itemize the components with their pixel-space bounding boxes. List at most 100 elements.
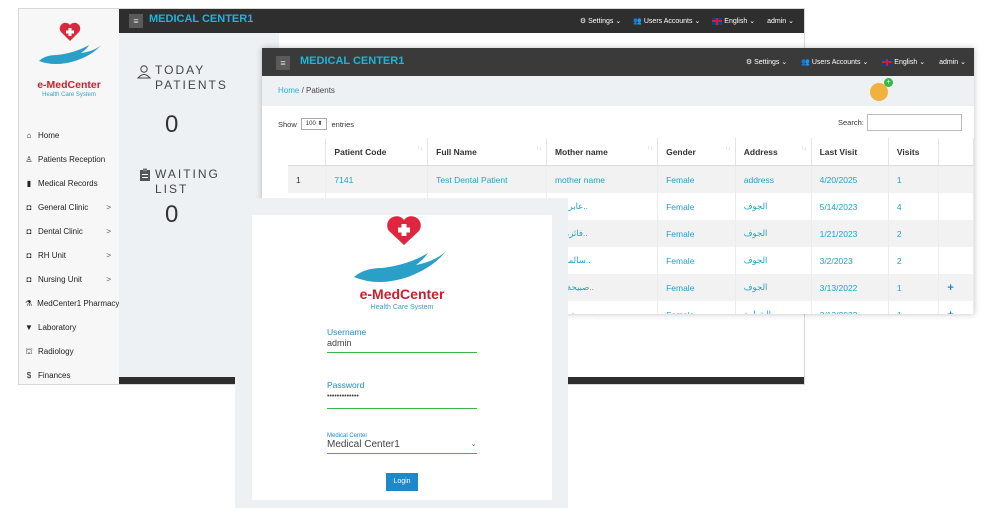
chevron-down-icon: ⌄ xyxy=(470,439,477,448)
password-field[interactable]: Password ••••••••••••• xyxy=(327,380,477,409)
column-header[interactable]: Visits xyxy=(888,138,940,166)
language-menu[interactable]: English ⌄ xyxy=(712,17,755,25)
sidebar-item[interactable]: ♙ Patients Reception xyxy=(19,148,119,172)
table-cell: 4 xyxy=(888,193,940,220)
add-visit-icon[interactable] xyxy=(938,220,974,247)
add-visit-icon[interactable]: + xyxy=(938,274,974,301)
menu-toggle-icon[interactable]: ≡ xyxy=(276,56,290,70)
table-cell: Female xyxy=(657,301,736,314)
medical-center-select[interactable]: Medical Center1 ⌄ xyxy=(327,439,477,454)
settings-menu[interactable]: ⚙ Settings ⌄ xyxy=(746,58,787,66)
clinic-icon: ◘ xyxy=(26,227,32,236)
heart-logo-icon xyxy=(59,22,81,41)
sidebar-item[interactable]: ◘ Dental Clinic > xyxy=(19,220,119,244)
table-cell: 1 xyxy=(888,165,940,193)
chevron-right-icon: > xyxy=(106,275,111,284)
sidebar-item-label: General Clinic xyxy=(38,203,89,212)
add-visit-icon[interactable] xyxy=(938,165,974,193)
sidebar-item-label: MedCenter1 Pharmacy xyxy=(37,299,120,308)
users-accounts-menu[interactable]: 👥 Users Accounts ⌄ xyxy=(801,58,868,66)
sidebar-item[interactable]: ▼ Laboratory xyxy=(19,316,119,340)
search-input[interactable] xyxy=(867,114,962,131)
table-cell: الجوف xyxy=(735,247,812,274)
sidebar-item-label: Dental Clinic xyxy=(38,227,83,236)
table-cell: 1 xyxy=(888,301,940,314)
sidebar-item[interactable]: ◘ General Clinic > xyxy=(19,196,119,220)
breadcrumb-bar: Home / Patients xyxy=(262,76,974,106)
username-input[interactable]: admin xyxy=(327,338,477,353)
table-cell: Female xyxy=(657,193,736,220)
password-input[interactable]: ••••••••••••• xyxy=(327,391,477,409)
column-header[interactable] xyxy=(938,138,974,166)
sidebar-item-label: Medical Records xyxy=(38,179,98,188)
sidebar-item[interactable]: ⌂ Home xyxy=(19,124,119,148)
column-header[interactable]: Last Visit xyxy=(811,138,889,166)
column-header[interactable]: Gender ↑↓ xyxy=(657,138,736,166)
add-visit-icon[interactable] xyxy=(938,193,974,220)
sidebar-item-label: Home xyxy=(38,131,60,140)
table-cell: address xyxy=(735,165,812,193)
sidebar-item[interactable]: $ Finances xyxy=(19,364,119,384)
sort-icon: ↑↓ xyxy=(724,146,731,152)
users-accounts-menu[interactable]: 👥 Users Accounts ⌄ xyxy=(633,17,700,25)
table-cell: Female xyxy=(657,220,736,247)
breadcrumb-current: Patients xyxy=(306,86,335,95)
entries-control: Show 100 ⬍ entries xyxy=(278,118,354,130)
table-cell: 1 xyxy=(288,165,327,193)
waiting-list-label: WAITING LIST xyxy=(155,167,220,196)
entries-select[interactable]: 100 ⬍ xyxy=(300,118,328,130)
add-visit-icon[interactable] xyxy=(938,247,974,274)
login-button[interactable]: Login xyxy=(386,473,418,491)
user-menu[interactable]: admin ⌄ xyxy=(939,58,966,66)
sidebar-item-label: Finances xyxy=(38,371,71,380)
brand-subtitle: Health Care System xyxy=(370,304,434,311)
waiting-list-count: 0 xyxy=(165,201,179,228)
table-cell: 1/21/2023 xyxy=(811,220,889,247)
table-cell: 2 xyxy=(888,220,940,247)
sidebar-item[interactable]: ◘ RH Unit > xyxy=(19,244,119,268)
language-menu[interactable]: English ⌄ xyxy=(882,58,925,66)
sidebar-item[interactable]: ◘ Nursing Unit > xyxy=(19,268,119,292)
clipboard-icon xyxy=(139,168,151,182)
table-cell: 1 xyxy=(888,274,940,301)
username-field[interactable]: Username admin xyxy=(327,327,477,353)
sidebar-item[interactable]: ▮ Medical Records xyxy=(19,172,119,196)
sidebar-item-label: RH Unit xyxy=(38,251,67,260)
add-patient-icon[interactable]: + xyxy=(884,78,893,87)
login-card: e-MedCenter Health Care System Username … xyxy=(252,215,552,500)
medical-center-field[interactable]: Medical Center Medical Center1 ⌄ xyxy=(327,433,477,454)
column-header[interactable] xyxy=(288,138,327,166)
patients-navbar: ≡ MEDICAL CENTER1 ⚙ Settings ⌄ 👥 Users A… xyxy=(262,48,974,76)
menu-toggle-icon[interactable]: ≡ xyxy=(129,14,143,28)
hand-logo-icon xyxy=(39,45,101,64)
sidebar-item[interactable]: ⚗ MedCenter1 Pharmacy xyxy=(19,292,119,316)
table-cell: 3/2/2023 xyxy=(811,247,889,274)
sidebar-menu: ⌂ Home ♙ Patients Reception ▮ Medical Records… xyxy=(19,124,119,384)
sitemap-icon: ⛫ xyxy=(25,347,33,356)
column-header[interactable]: Patient Code ↑↓ xyxy=(325,138,429,166)
settings-menu[interactable]: ⚙ Settings ⌄ xyxy=(580,17,621,25)
column-header[interactable]: Full Name ↑↓ xyxy=(427,138,547,166)
filter-icon: ▼ xyxy=(25,323,33,332)
column-header[interactable]: Address ↑↓ xyxy=(735,138,812,166)
column-header[interactable]: Mother name ↑↓ xyxy=(546,138,659,166)
table-cell: 4/20/2025 xyxy=(811,165,889,193)
breadcrumb-home-link[interactable]: Home xyxy=(278,86,299,95)
user-menu[interactable]: admin ⌄ xyxy=(767,17,794,25)
table-cell[interactable]: 7141 xyxy=(325,165,429,193)
brand-subtitle: Health Care System xyxy=(42,92,96,98)
table-cell: Female xyxy=(657,165,736,193)
table-cell: الجوف xyxy=(735,193,812,220)
table-cell: mother name xyxy=(546,165,659,193)
center-title: MEDICAL CENTER1 xyxy=(300,55,405,67)
clinic-icon: ◘ xyxy=(26,275,32,284)
table-cell: 2 xyxy=(888,247,940,274)
chevron-right-icon: > xyxy=(106,227,111,236)
sidebar-item[interactable]: ⛫ Radiology xyxy=(19,340,119,364)
table-row[interactable]: 1 7141 Test Dental Patient mother name Femal… xyxy=(288,165,974,193)
brand-name: e-MedCenter xyxy=(359,286,445,302)
top-navbar: ≡ MEDICAL CENTER1 ⚙ Settings ⌄ 👥 Users A… xyxy=(119,9,804,33)
file-icon: ▮ xyxy=(26,179,32,188)
table-cell[interactable]: Test Dental Patient xyxy=(427,165,547,193)
add-visit-icon[interactable]: + xyxy=(938,301,974,314)
